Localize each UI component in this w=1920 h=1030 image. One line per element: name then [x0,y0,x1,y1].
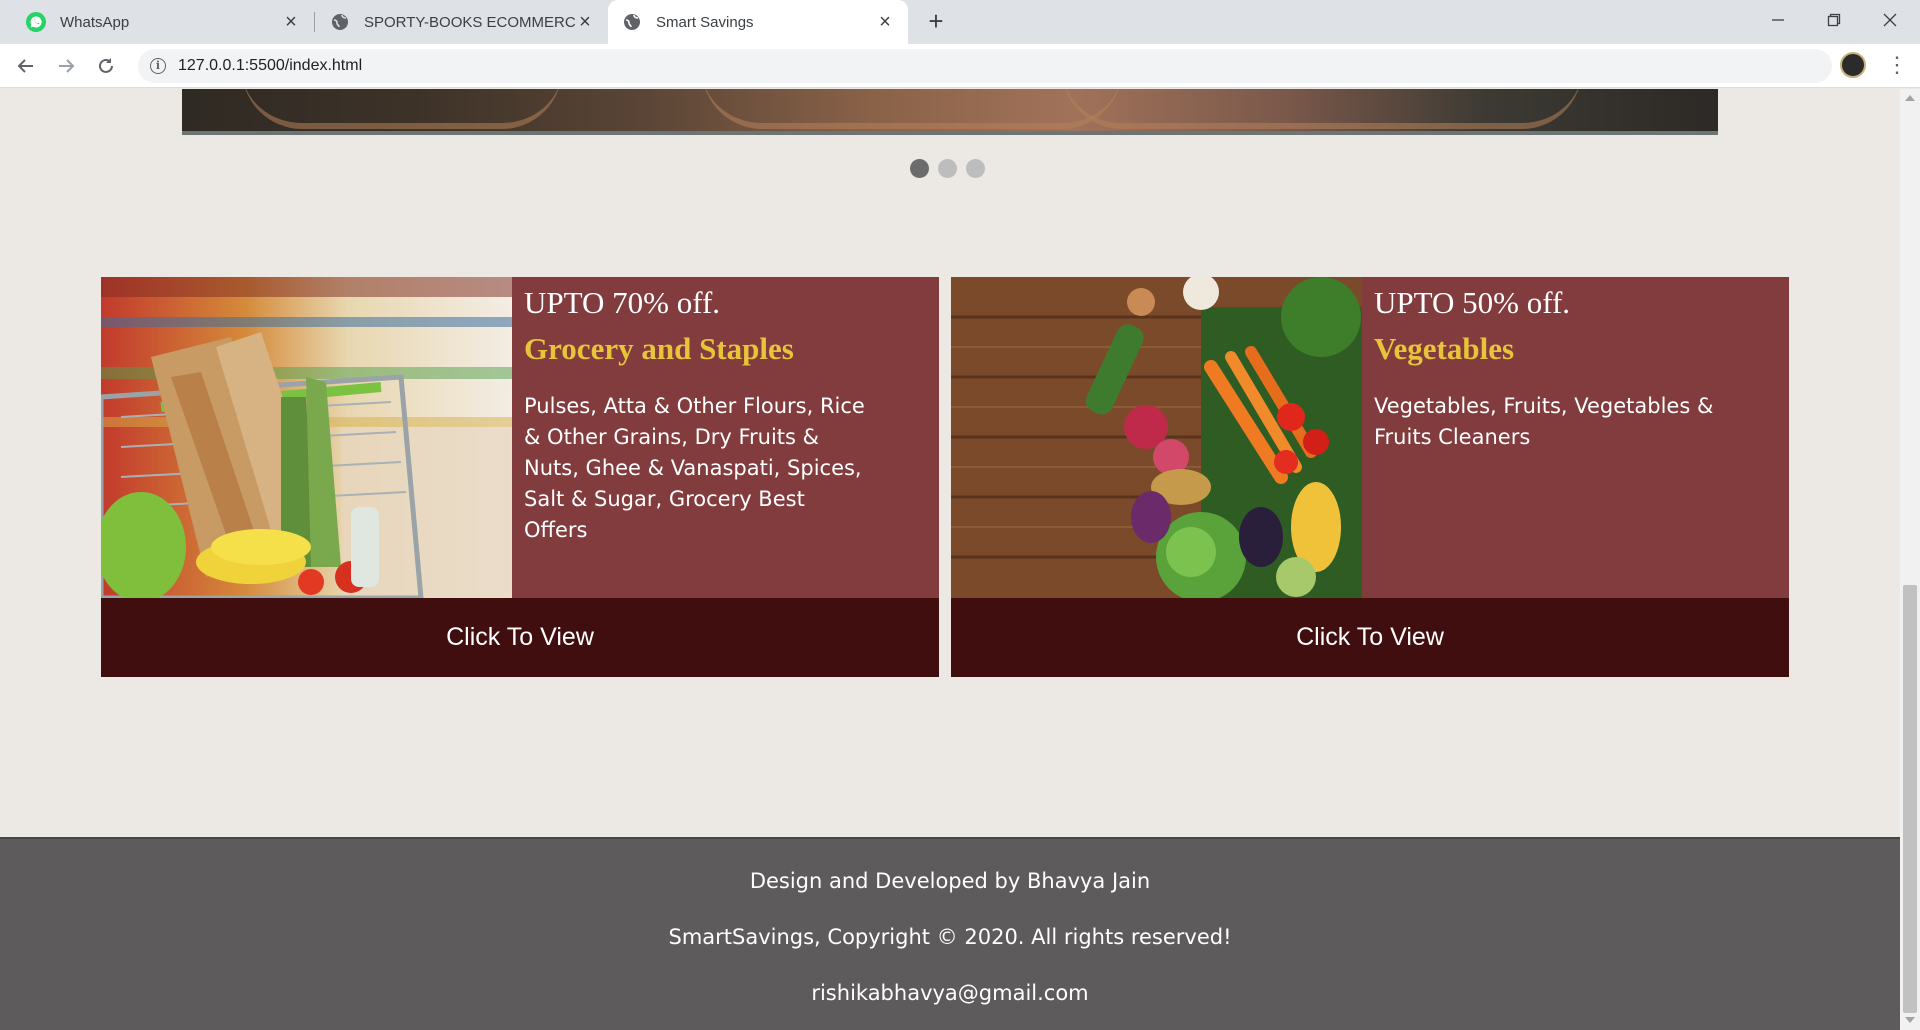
card-text: UPTO 70% off. Grocery and Staples Pulses… [524,277,924,546]
profile-avatar[interactable] [1840,52,1866,78]
offer-heading: UPTO 70% off. [524,285,721,320]
vertical-scrollbar[interactable] [1900,89,1920,1030]
tab-smart-savings[interactable]: Smart Savings × [608,0,908,44]
offer-heading: UPTO 50% off. [1374,285,1571,320]
arrow-right-icon [59,59,75,73]
footer-copyright: SmartSavings, Copyright © 2020. All righ… [668,925,1232,949]
new-tab-button[interactable]: + [922,8,950,36]
close-icon[interactable]: × [282,12,300,32]
scroll-down-icon[interactable] [1905,1017,1915,1023]
tab-title: WhatsApp [60,13,130,31]
reload-button[interactable] [92,52,120,80]
card-text: UPTO 50% off. Vegetables Vegetables, Fru… [1374,277,1774,453]
close-icon[interactable]: × [876,12,894,32]
url-text[interactable]: 127.0.0.1:5500/index.html [178,57,362,75]
carousel-dot[interactable] [910,159,929,178]
footer-credit: Design and Developed by Bhavya Jain [749,869,1151,893]
offer-card-vegetables: UPTO 50% off. Vegetables Vegetables, Fru… [951,277,1789,677]
menu-icon[interactable]: ⋮ [1886,52,1908,80]
info-icon[interactable]: i [150,58,166,74]
tab-whatsapp[interactable]: WhatsApp × [12,0,314,44]
minimize-button[interactable] [1750,0,1806,40]
tab-divider [314,12,315,32]
vegetables-image [951,277,1362,598]
reload-icon [99,58,113,73]
site-footer: Design and Developed by Bhavya Jain Smar… [0,837,1900,1030]
forward-button[interactable] [52,52,80,80]
close-icon[interactable]: × [576,12,594,32]
click-to-view-button[interactable]: Click To View [951,598,1789,677]
click-to-view-button[interactable]: Click To View [101,598,939,677]
category-description: Pulses, Atta & Other Flours, Rice & Othe… [524,394,865,542]
globe-icon [330,12,350,32]
offer-card-grocery: UPTO 70% off. Grocery and Staples Pulses… [101,277,939,677]
carousel-dot[interactable] [966,159,985,178]
category-title: Grocery and Staples [524,331,794,366]
tab-sporty-books[interactable]: SPORTY-BOOKS ECOMMERCE × [316,0,608,44]
category-description: Vegetables, Fruits, Vegetables & Fruits … [1374,394,1714,449]
scrollbar-thumb[interactable] [1903,585,1917,1013]
tab-title: SPORTY-BOOKS ECOMMERCE [364,13,576,31]
address-bar[interactable]: i 127.0.0.1:5500/index.html ☆ [138,49,1832,83]
restore-button[interactable] [1806,0,1862,40]
globe-icon [622,12,642,32]
minimize-icon [1772,19,1784,21]
carousel-slide-image [182,89,1718,135]
tab-strip: WhatsApp × SPORTY-BOOKS ECOMMERCE × Smar… [0,0,1920,44]
restore-icon [1827,13,1841,27]
scroll-up-icon[interactable] [1905,95,1915,101]
window-close-button[interactable] [1862,0,1918,40]
page-viewport: UPTO 70% off. Grocery and Staples Pulses… [0,89,1900,1030]
footer-email[interactable]: rishikabhavya@gmail.com [0,981,1900,1005]
back-button[interactable] [12,52,40,80]
tab-title: Smart Savings [656,13,754,31]
whatsapp-icon [26,12,46,32]
category-title: Vegetables [1374,331,1515,366]
arrow-left-icon [17,59,33,73]
carousel-dot[interactable] [938,159,957,178]
carousel-indicators [910,159,985,178]
close-icon [1883,13,1897,27]
browser-toolbar: i 127.0.0.1:5500/index.html ☆ [0,44,1920,88]
grocery-cart-image [101,277,512,598]
